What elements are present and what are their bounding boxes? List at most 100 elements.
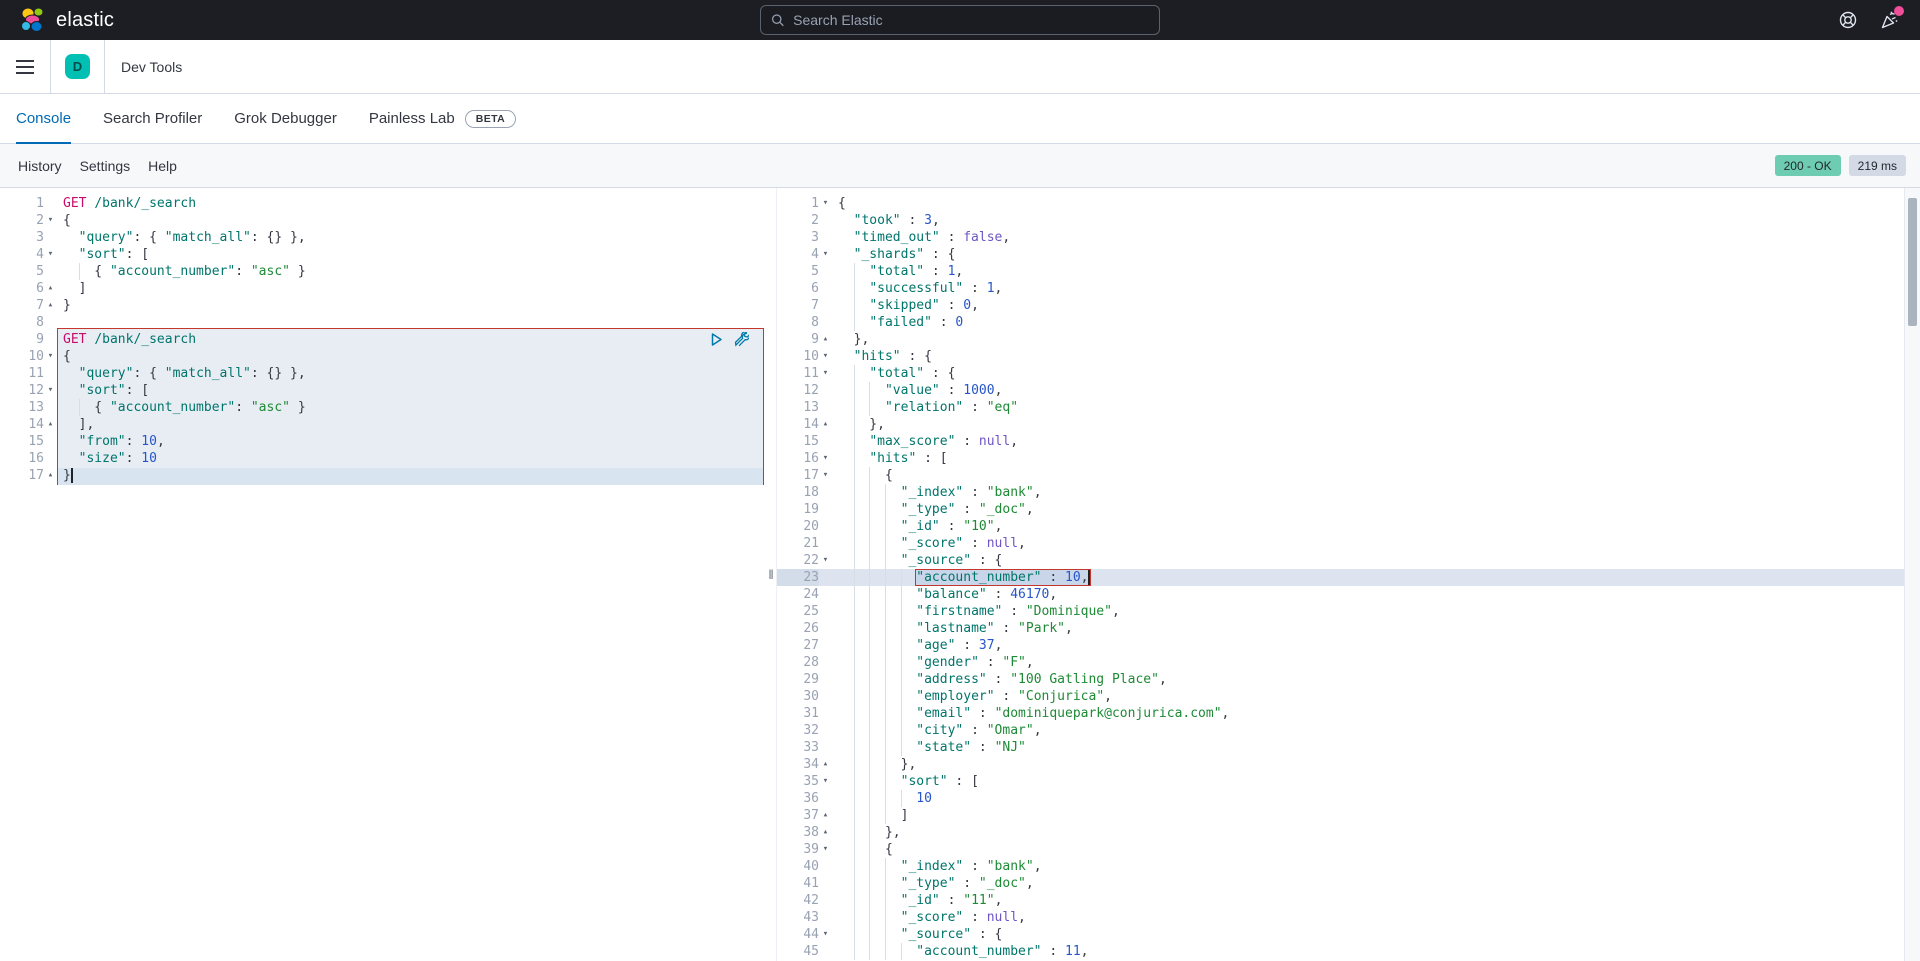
scrollbar-thumb[interactable] — [1908, 198, 1917, 326]
help-icon[interactable] — [1838, 10, 1858, 30]
fold-toggle-icon[interactable]: ▴ — [819, 807, 832, 824]
code-line[interactable]: 24 "balance" : 46170, — [777, 586, 1920, 603]
code-line[interactable]: 9GET /bank/_search — [0, 331, 766, 348]
code-line[interactable]: 11 "query": { "match_all": {} }, — [0, 365, 766, 382]
code-line[interactable]: 32 "city" : "Omar", — [777, 722, 1920, 739]
code-line[interactable]: 21 "_score" : null, — [777, 535, 1920, 552]
fold-toggle-icon[interactable]: ▴ — [819, 416, 832, 433]
fold-toggle-icon[interactable]: ▾ — [819, 467, 832, 484]
fold-toggle-icon[interactable]: ▾ — [819, 926, 832, 943]
code-line[interactable]: 14▴ }, — [777, 416, 1920, 433]
code-line[interactable]: 20 "_id" : "10", — [777, 518, 1920, 535]
fold-toggle-icon[interactable]: ▾ — [819, 365, 832, 382]
code-line[interactable]: 30 "employer" : "Conjurica", — [777, 688, 1920, 705]
request-editor[interactable]: 1GET /bank/_search2▾{3 "query": { "match… — [0, 188, 766, 961]
fold-toggle-icon[interactable]: ▴ — [44, 416, 57, 433]
code-line[interactable]: 27 "age" : 37, — [777, 637, 1920, 654]
fold-toggle-icon[interactable]: ▾ — [44, 212, 57, 229]
response-viewer[interactable]: 1▾{2 "took" : 3,3 "timed_out" : false,4▾… — [776, 188, 1920, 961]
code-line[interactable]: 1GET /bank/_search — [0, 195, 766, 212]
code-line[interactable]: 17▴} — [0, 467, 766, 484]
tab-grok-debugger[interactable]: Grok Debugger — [234, 94, 337, 143]
code-line[interactable]: 40 "_index" : "bank", — [777, 858, 1920, 875]
code-line[interactable]: 37▴ ] — [777, 807, 1920, 824]
code-line[interactable]: 26 "lastname" : "Park", — [777, 620, 1920, 637]
code-line[interactable]: 42 "_id" : "11", — [777, 892, 1920, 909]
code-line[interactable]: 6▴ ] — [0, 280, 766, 297]
code-line[interactable]: 16 "size": 10 — [0, 450, 766, 467]
space-avatar[interactable]: D — [65, 54, 90, 79]
code-line[interactable]: 45 "account_number" : 11, — [777, 943, 1920, 960]
code-line[interactable]: 4▾ "_shards" : { — [777, 246, 1920, 263]
fold-toggle-icon[interactable]: ▾ — [44, 382, 57, 399]
code-line[interactable]: 17▾ { — [777, 467, 1920, 484]
search-input[interactable] — [793, 12, 1149, 28]
code-line[interactable]: 7▴} — [0, 297, 766, 314]
code-line[interactable]: 5 { "account_number": "asc" } — [0, 263, 766, 280]
breadcrumb[interactable]: Dev Tools — [105, 59, 182, 75]
fold-toggle-icon[interactable]: ▾ — [819, 195, 832, 212]
code-line[interactable]: 36 10 — [777, 790, 1920, 807]
code-line[interactable]: 7 "skipped" : 0, — [777, 297, 1920, 314]
menu-settings[interactable]: Settings — [80, 158, 131, 174]
fold-toggle-icon[interactable]: ▾ — [819, 348, 832, 365]
fold-toggle-icon[interactable]: ▾ — [819, 450, 832, 467]
code-line[interactable]: 13 "relation" : "eq" — [777, 399, 1920, 416]
code-line[interactable]: 38▴ }, — [777, 824, 1920, 841]
code-line[interactable]: 16▾ "hits" : [ — [777, 450, 1920, 467]
code-line[interactable]: 8 "failed" : 0 — [777, 314, 1920, 331]
tab-search-profiler[interactable]: Search Profiler — [103, 94, 202, 143]
fold-toggle-icon[interactable]: ▴ — [44, 467, 57, 484]
response-scrollbar[interactable] — [1904, 188, 1920, 961]
fold-toggle-icon[interactable]: ▾ — [44, 246, 57, 263]
fold-toggle-icon[interactable]: ▴ — [819, 756, 832, 773]
fold-toggle-icon[interactable]: ▾ — [44, 348, 57, 365]
code-line[interactable]: 10▾ "hits" : { — [777, 348, 1920, 365]
brand[interactable]: elastic — [20, 7, 114, 33]
nav-menu-button[interactable] — [0, 40, 51, 93]
code-line[interactable]: 22▾ "_source" : { — [777, 552, 1920, 569]
global-search[interactable] — [760, 5, 1160, 35]
space-selector[interactable]: D — [51, 40, 105, 93]
code-line[interactable]: 9▴ }, — [777, 331, 1920, 348]
code-line[interactable]: 43 "_score" : null, — [777, 909, 1920, 926]
fold-toggle-icon[interactable]: ▴ — [44, 297, 57, 314]
fold-toggle-icon[interactable]: ▾ — [819, 552, 832, 569]
panel-resizer[interactable]: ‖ — [766, 188, 776, 961]
code-line[interactable]: 25 "firstname" : "Dominique", — [777, 603, 1920, 620]
code-line[interactable]: 6 "successful" : 1, — [777, 280, 1920, 297]
menu-history[interactable]: History — [18, 158, 62, 174]
fold-toggle-icon[interactable]: ▴ — [819, 824, 832, 841]
code-line[interactable]: 41 "_type" : "_doc", — [777, 875, 1920, 892]
code-line[interactable]: 28 "gender" : "F", — [777, 654, 1920, 671]
code-line[interactable]: 3 "timed_out" : false, — [777, 229, 1920, 246]
code-line[interactable]: 35▾ "sort" : [ — [777, 773, 1920, 790]
fold-toggle-icon[interactable]: ▾ — [819, 246, 832, 263]
code-line[interactable]: 10▾{ — [0, 348, 766, 365]
code-line[interactable]: 31 "email" : "dominiquepark@conjurica.co… — [777, 705, 1920, 722]
code-line[interactable]: 5 "total" : 1, — [777, 263, 1920, 280]
code-line[interactable]: 34▴ }, — [777, 756, 1920, 773]
code-line[interactable]: 23 "account_number" : 10, — [777, 569, 1920, 586]
code-line[interactable]: 11▾ "total" : { — [777, 365, 1920, 382]
fold-toggle-icon[interactable]: ▴ — [44, 280, 57, 297]
code-line[interactable]: 8 — [0, 314, 766, 331]
code-line[interactable]: 3 "query": { "match_all": {} }, — [0, 229, 766, 246]
code-line[interactable]: 15 "from": 10, — [0, 433, 766, 450]
code-line[interactable]: 19 "_type" : "_doc", — [777, 501, 1920, 518]
code-line[interactable]: 12 "value" : 1000, — [777, 382, 1920, 399]
code-line[interactable]: 12▾ "sort": [ — [0, 382, 766, 399]
tab-console[interactable]: Console — [16, 94, 71, 143]
code-line[interactable]: 2▾{ — [0, 212, 766, 229]
news-icon[interactable] — [1880, 10, 1900, 30]
code-line[interactable]: 39▾ { — [777, 841, 1920, 858]
code-line[interactable]: 4▾ "sort": [ — [0, 246, 766, 263]
fold-toggle-icon[interactable]: ▾ — [819, 773, 832, 790]
tab-painless-lab[interactable]: Painless LabBETA — [369, 94, 516, 143]
code-line[interactable]: 14▴ ], — [0, 416, 766, 433]
code-line[interactable]: 13 { "account_number": "asc" } — [0, 399, 766, 416]
code-line[interactable]: 1▾{ — [777, 195, 1920, 212]
code-line[interactable]: 44▾ "_source" : { — [777, 926, 1920, 943]
menu-help[interactable]: Help — [148, 158, 177, 174]
code-line[interactable]: 15 "max_score" : null, — [777, 433, 1920, 450]
